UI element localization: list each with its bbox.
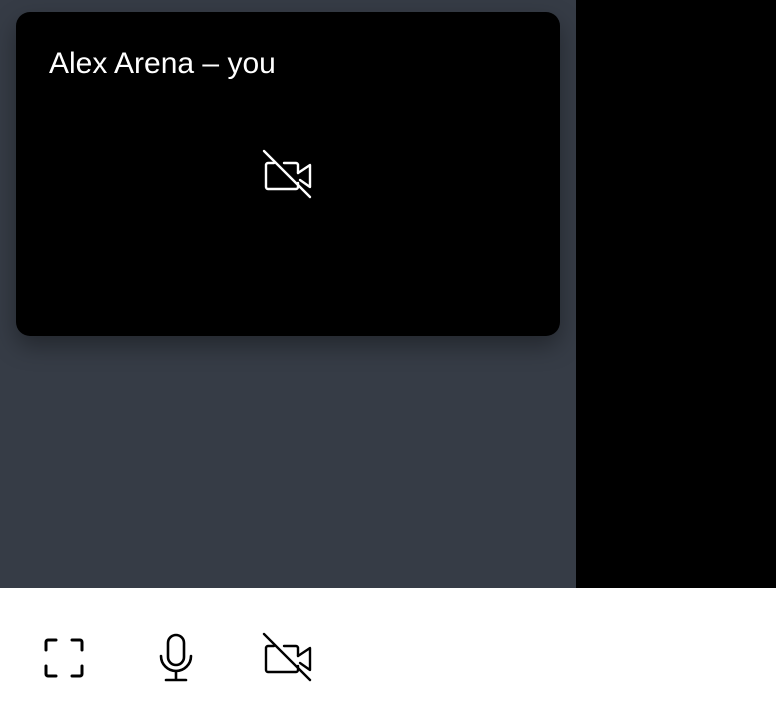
participant-name: Alex Arena – you — [49, 47, 276, 80]
camera-toggle-button[interactable] — [262, 632, 314, 684]
video-call-app: Alex Arena – you — [0, 0, 776, 726]
participants-panel: Alex Arena – you — [0, 0, 576, 588]
microphone-icon — [150, 632, 202, 684]
camera-off-icon — [262, 632, 314, 684]
camera-off-icon — [262, 149, 314, 201]
fullscreen-button[interactable] — [38, 632, 90, 684]
call-controls-toolbar — [0, 588, 776, 726]
main-video-area — [576, 0, 776, 588]
fullscreen-icon — [38, 632, 90, 684]
microphone-button[interactable] — [150, 632, 202, 684]
call-stage: Alex Arena – you — [0, 0, 776, 588]
self-video-tile[interactable]: Alex Arena – you — [16, 12, 560, 336]
